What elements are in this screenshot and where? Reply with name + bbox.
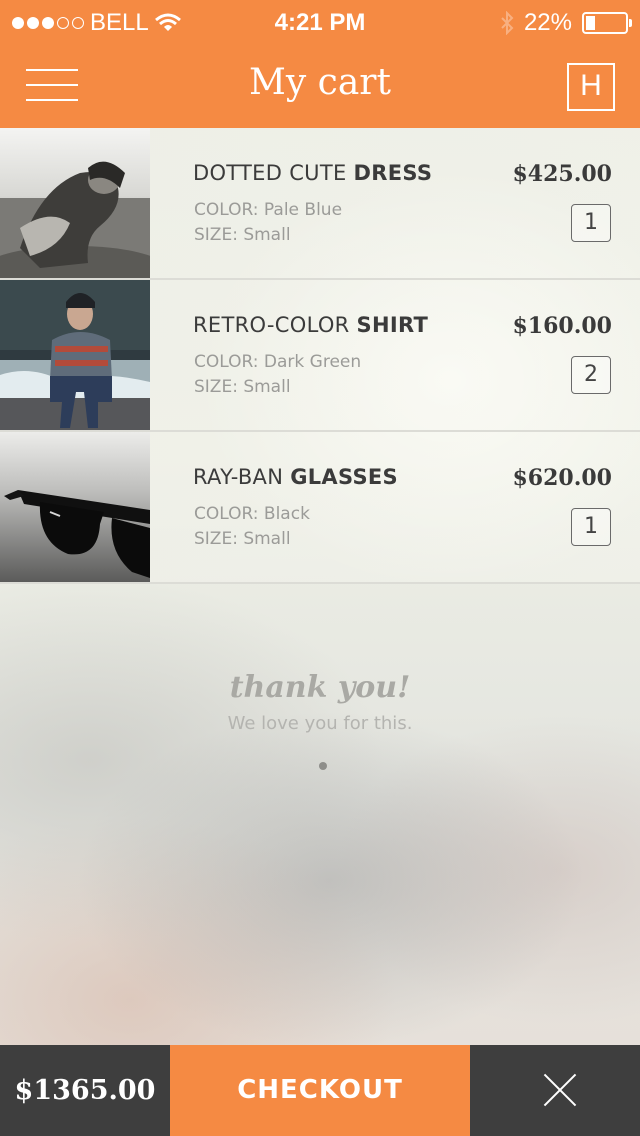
item-price: $620.00 <box>512 465 612 491</box>
header-h-button[interactable]: H <box>567 63 615 111</box>
product-image-glasses <box>0 432 150 582</box>
thank-you-subtext: We love you for this. <box>227 713 413 734</box>
cart-list: DOTTED CUTE DRESS COLOR: Pale Blue SIZE:… <box>0 128 640 584</box>
item-name: RETRO-COLOR SHIRT <box>193 313 429 337</box>
item-size: SIZE: Small <box>194 225 291 245</box>
product-image-shirt <box>0 280 150 430</box>
close-icon[interactable] <box>470 1045 640 1136</box>
bluetooth-icon <box>501 11 514 35</box>
item-name: RAY-BAN GLASSES <box>193 465 398 489</box>
battery-percent: 22% <box>523 9 572 36</box>
thank-you-heading: thank you! <box>229 670 411 705</box>
page-indicator-dot <box>319 762 327 770</box>
item-price: $425.00 <box>512 161 612 187</box>
quantity-box[interactable]: 1 <box>571 204 611 242</box>
cart-item-glasses[interactable]: RAY-BAN GLASSES COLOR: Black SIZE: Small… <box>0 432 640 584</box>
quantity-box[interactable]: 2 <box>571 356 611 394</box>
status-bar: BELL 4:21 PM 22% <box>0 0 640 46</box>
item-price: $160.00 <box>512 313 612 339</box>
battery-icon <box>582 12 632 34</box>
checkout-button[interactable]: CHECKOUT <box>170 1045 470 1136</box>
cart-total: $1365.00 <box>0 1045 170 1136</box>
item-size: SIZE: Small <box>194 529 291 549</box>
item-color: COLOR: Pale Blue <box>194 200 343 220</box>
item-size: SIZE: Small <box>194 377 291 397</box>
quantity-box[interactable]: 1 <box>571 508 611 546</box>
item-color: COLOR: Black <box>194 504 310 524</box>
product-image-dress <box>0 128 150 278</box>
cart-item-shirt[interactable]: RETRO-COLOR SHIRT COLOR: Dark Green SIZE… <box>0 280 640 432</box>
item-name: DOTTED CUTE DRESS <box>193 161 433 185</box>
bottom-bar: $1365.00 CHECKOUT <box>0 1045 640 1136</box>
app-header: BELL 4:21 PM 22% My cart H <box>0 0 640 128</box>
item-color: COLOR: Dark Green <box>194 352 362 372</box>
cart-item-dress[interactable]: DOTTED CUTE DRESS COLOR: Pale Blue SIZE:… <box>0 128 640 280</box>
page-title: My cart <box>249 62 391 103</box>
